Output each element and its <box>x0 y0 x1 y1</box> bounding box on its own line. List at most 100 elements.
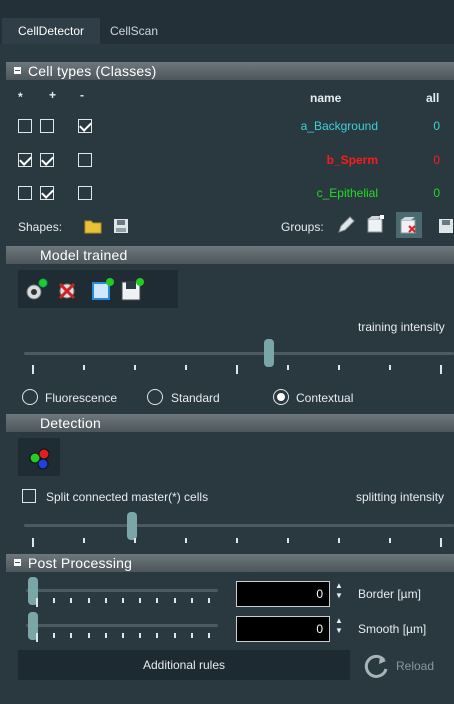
save-groups-icon[interactable] <box>438 218 454 234</box>
slider-tick <box>440 538 442 547</box>
master-checkbox[interactable] <box>18 186 32 200</box>
post-processing-title: Post Processing <box>28 555 133 571</box>
reload-icon[interactable] <box>362 652 392 680</box>
slider-tick <box>139 598 142 603</box>
col-all: all <box>426 91 440 105</box>
border-label: Border [µm] <box>358 587 421 601</box>
class-name[interactable]: c_Epithelial <box>317 186 378 200</box>
border-stepper[interactable]: ▲ ▼ <box>334 581 344 607</box>
class-name[interactable]: b_Sperm <box>327 153 378 167</box>
delete-group-icon <box>400 217 416 234</box>
slider-tick <box>338 538 340 543</box>
main-panel <box>0 44 454 704</box>
col-plus: + <box>49 88 57 102</box>
tab-cellscan[interactable]: CellScan <box>106 18 162 44</box>
class-name[interactable]: a_Background <box>301 119 378 133</box>
slider-tick <box>32 365 34 374</box>
radio-contextual[interactable] <box>273 389 289 405</box>
train-gear-icon[interactable] <box>22 276 50 304</box>
radio-standard[interactable] <box>147 389 163 405</box>
plus-checkbox[interactable] <box>40 186 54 200</box>
detection-title: Detection <box>40 415 101 431</box>
minus-checkbox[interactable] <box>78 119 92 133</box>
col-star: * <box>18 90 23 104</box>
delete-model-icon[interactable] <box>54 276 82 304</box>
slider-tick <box>236 538 238 543</box>
minus-checkbox[interactable] <box>78 153 92 167</box>
pencil-icon[interactable] <box>336 215 356 235</box>
smooth-label: Smooth [µm] <box>358 622 427 636</box>
slider-tick <box>70 633 73 638</box>
reload-label[interactable]: Reload <box>396 659 434 673</box>
slider-tick <box>185 365 187 370</box>
tab-celldetector[interactable]: CellDetector <box>2 18 100 44</box>
training-slider-track[interactable] <box>24 352 454 355</box>
col-minus: - <box>80 88 84 102</box>
slider-tick <box>87 598 90 603</box>
slider-tick <box>122 633 124 638</box>
collapse-icon <box>14 559 21 566</box>
class-count: 0 <box>433 186 440 200</box>
slider-tick <box>87 633 90 638</box>
detect-cells-icon[interactable] <box>26 444 54 472</box>
smooth-input[interactable]: 0 <box>236 616 330 642</box>
cell-types-header[interactable]: Cell types (Classes) <box>6 62 454 80</box>
smooth-stepper[interactable]: ▲ ▼ <box>334 616 344 642</box>
post-processing-header[interactable]: Post Processing <box>6 554 454 572</box>
slider-tick <box>389 538 391 543</box>
slider-tick <box>338 365 340 370</box>
save-model-icon[interactable] <box>118 276 146 304</box>
model-trained-header[interactable]: Model trained <box>6 246 454 264</box>
slider-tick <box>208 633 210 638</box>
plus-checkbox[interactable] <box>40 153 54 167</box>
slider-tick <box>83 365 85 370</box>
splitting-slider-handle[interactable] <box>126 512 137 540</box>
slider-tick <box>287 365 289 370</box>
new-model-icon[interactable] <box>88 276 116 304</box>
training-slider-handle[interactable] <box>264 339 275 367</box>
plus-checkbox[interactable] <box>40 119 54 133</box>
split-cells-label: Split connected master(*) cells <box>46 490 209 504</box>
smooth-slider-track[interactable] <box>26 624 218 627</box>
master-checkbox[interactable] <box>18 119 32 133</box>
detection-header[interactable]: Detection <box>6 414 454 432</box>
slider-tick <box>190 633 193 638</box>
border-slider-track[interactable] <box>26 589 218 592</box>
class-count: 0 <box>433 153 440 167</box>
slider-tick <box>53 633 56 638</box>
radio-fluorescence[interactable] <box>22 389 38 405</box>
splitting-intensity-label: splitting intensity <box>356 490 445 504</box>
slider-tick <box>173 598 176 603</box>
slider-tick <box>185 538 187 543</box>
slider-tick <box>389 365 391 370</box>
minus-checkbox[interactable] <box>78 186 92 200</box>
slider-tick <box>236 365 238 374</box>
splitting-slider-track[interactable] <box>24 524 454 527</box>
standard-label: Standard <box>171 391 220 405</box>
folder-icon[interactable] <box>84 218 102 234</box>
slider-tick <box>70 598 73 603</box>
slider-tick <box>83 538 85 543</box>
slider-tick <box>32 538 34 547</box>
slider-tick <box>156 633 159 638</box>
split-cells-checkbox[interactable] <box>22 489 36 503</box>
slider-tick <box>36 633 38 642</box>
slider-tick <box>53 598 56 603</box>
model-trained-title: Model trained <box>40 247 128 263</box>
cell-types-title: Cell types (Classes) <box>28 63 157 79</box>
shapes-label: Shapes: <box>18 220 63 234</box>
save-icon[interactable] <box>113 218 129 234</box>
master-checkbox[interactable] <box>18 153 32 167</box>
slider-tick <box>139 633 142 638</box>
slider-tick <box>134 365 136 370</box>
slider-tick <box>173 633 176 638</box>
slider-tick <box>134 538 136 543</box>
border-input[interactable]: 0 <box>236 581 330 607</box>
new-group-icon[interactable] <box>366 214 386 234</box>
slider-tick <box>208 598 210 603</box>
slider-tick <box>104 598 107 603</box>
slider-tick <box>36 598 38 607</box>
slider-tick <box>104 633 107 638</box>
slider-tick <box>190 598 193 603</box>
additional-rules-button[interactable]: Additional rules <box>18 650 350 680</box>
